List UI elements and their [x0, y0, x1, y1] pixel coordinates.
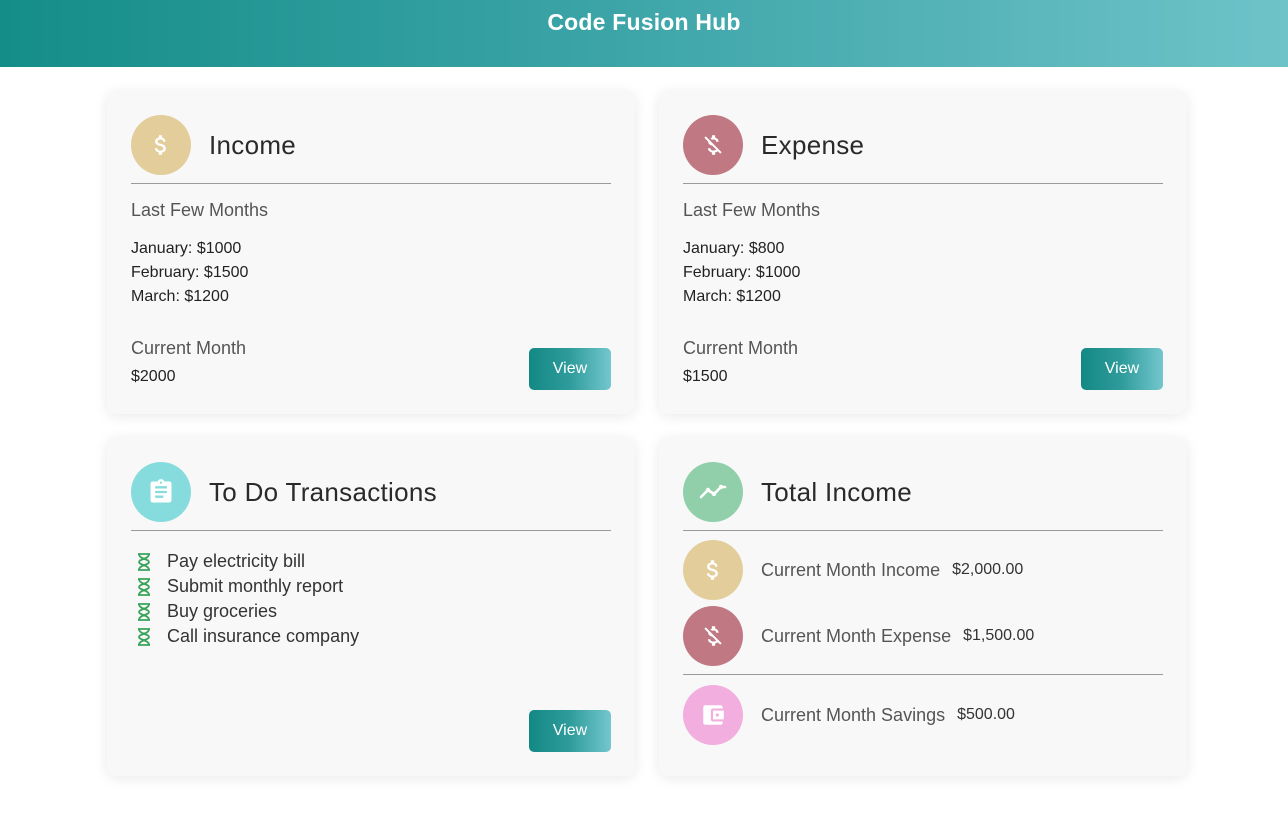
- hourglass-icon: [138, 552, 150, 571]
- income-subtitle: Last Few Months: [131, 200, 269, 220]
- list-item: Buy groceries: [131, 599, 611, 624]
- savings-row-icon-circle: [683, 685, 743, 745]
- dollar-icon: [154, 135, 166, 155]
- income-month-item: March: $1200: [131, 288, 229, 305]
- expense-month-item: February: $1000: [683, 264, 801, 281]
- current-month-expense-row: Current Month Expense $1,500.00: [683, 606, 1163, 666]
- income-title: Income: [209, 129, 297, 160]
- expense-icon-circle: [683, 115, 743, 175]
- todo-card: To Do Transactions Pay electricity bill …: [107, 438, 635, 776]
- todo-list: Pay electricity bill Submit monthly repo…: [131, 549, 611, 649]
- current-month-expense-label: Current Month Expense: [761, 625, 952, 646]
- total-income-divider: [683, 530, 1163, 531]
- expense-title: Expense: [761, 129, 865, 160]
- income-month-list: January: $1000 February: $1500 March: $1…: [131, 237, 611, 309]
- income-current-value: $2000: [131, 368, 176, 385]
- todo-title: To Do Transactions: [209, 476, 437, 507]
- expense-card-header: Expense: [683, 115, 1163, 175]
- current-month-income-label: Current Month Income: [761, 559, 941, 580]
- app-title: Code Fusion Hub: [547, 9, 741, 35]
- expense-current-label: Current Month: [683, 338, 799, 358]
- current-month-savings-label: Current Month Savings: [761, 704, 946, 725]
- clipboard-icon: [150, 479, 172, 503]
- total-income-card-header: Total Income: [683, 462, 1163, 522]
- current-month-income-amount: $2,000.00: [952, 561, 1024, 578]
- expense-month-item: March: $1200: [683, 288, 781, 305]
- income-row-icon-circle: [683, 540, 743, 600]
- todo-card-header: To Do Transactions: [131, 462, 611, 522]
- current-month-savings-row: Current Month Savings $500.00: [683, 685, 1163, 745]
- todo-icon-circle: [131, 462, 191, 522]
- app-header: Code Fusion Hub: [0, 0, 1288, 67]
- savings-divider: [683, 674, 1163, 675]
- income-current-label: Current Month: [131, 338, 247, 358]
- expense-divider: [683, 183, 1163, 184]
- expense-card: Expense Last Few Months January: $800 Fe…: [659, 91, 1187, 414]
- hourglass-icon: [138, 627, 150, 646]
- wallet-icon: [703, 705, 724, 725]
- todo-item-label: Buy groceries: [167, 601, 278, 621]
- todo-item-label: Pay electricity bill: [167, 551, 306, 571]
- expense-view-button[interactable]: View: [1081, 348, 1163, 390]
- dollar-icon: [706, 560, 718, 580]
- income-month-item: January: $1000: [131, 240, 242, 257]
- expense-month-list: January: $800 February: $1000 March: $12…: [683, 237, 1163, 309]
- hourglass-icon: [138, 602, 150, 621]
- expense-subtitle: Last Few Months: [683, 200, 821, 220]
- todo-view-button[interactable]: View: [529, 710, 611, 752]
- current-month-savings-amount: $500.00: [957, 706, 1015, 723]
- hourglass-icon: [138, 577, 150, 596]
- total-income-card: Total Income Current Month Income $2,000…: [659, 438, 1187, 776]
- expense-row-icon-circle: [683, 606, 743, 666]
- todo-divider: [131, 530, 611, 531]
- income-view-button[interactable]: View: [529, 348, 611, 390]
- money-off-icon: [704, 626, 722, 646]
- current-month-expense-amount: $1,500.00: [963, 627, 1035, 644]
- list-item: Call insurance company: [131, 624, 611, 649]
- todo-item-label: Call insurance company: [167, 626, 360, 646]
- list-item: Submit monthly report: [131, 574, 611, 599]
- money-off-icon: [704, 135, 722, 155]
- income-current-block: Current Month $2000: [131, 338, 246, 386]
- trend-line-icon: [699, 484, 727, 499]
- todo-item-label: Submit monthly report: [167, 576, 344, 596]
- expense-current-value: $1500: [683, 368, 728, 385]
- total-income-icon-circle: [683, 462, 743, 522]
- expense-month-item: January: $800: [683, 240, 785, 257]
- income-card: Income Last Few Months January: $1000 Fe…: [107, 91, 635, 414]
- current-month-income-row: Current Month Income $2,000.00: [683, 540, 1163, 600]
- income-icon-circle: [131, 115, 191, 175]
- income-card-header: Income: [131, 115, 611, 175]
- list-item: Pay electricity bill: [131, 549, 611, 574]
- income-divider: [131, 183, 611, 184]
- expense-current-block: Current Month $1500: [683, 338, 798, 386]
- total-income-title: Total Income: [761, 476, 913, 507]
- income-month-item: February: $1500: [131, 264, 249, 281]
